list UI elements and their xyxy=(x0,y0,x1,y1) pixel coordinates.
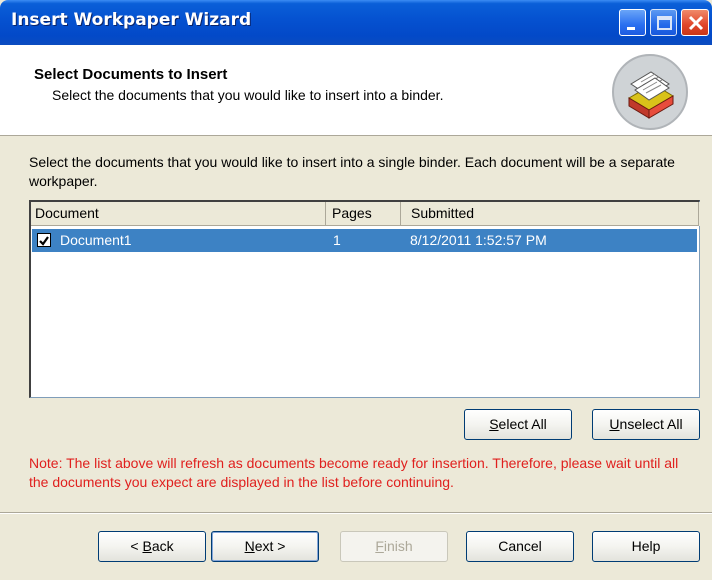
header-title: Select Documents to Insert xyxy=(34,66,228,83)
column-header-pages[interactable]: Pages xyxy=(326,202,401,226)
document-checkbox[interactable] xyxy=(37,233,51,247)
window-title: Insert Workpaper Wizard xyxy=(11,10,252,30)
wizard-header: Select Documents to Insert Select the do… xyxy=(0,45,712,136)
document-name: Document1 xyxy=(60,232,132,248)
button-separator xyxy=(0,512,712,514)
list-header: Document Pages Submitted xyxy=(31,202,700,226)
next-button[interactable]: Next > xyxy=(211,531,319,562)
minimize-icon xyxy=(627,27,635,30)
column-header-submitted[interactable]: Submitted xyxy=(401,202,699,226)
refresh-note: Note: The list above will refresh as doc… xyxy=(29,455,679,490)
close-icon xyxy=(688,15,704,31)
title-bar[interactable]: Insert Workpaper Wizard xyxy=(0,0,712,45)
documents-list[interactable]: Document Pages Submitted Document1 1 8/1… xyxy=(29,200,700,398)
finish-button[interactable]: Finish xyxy=(340,531,448,562)
maximize-button[interactable] xyxy=(650,9,677,36)
select-all-button[interactable]: Select All xyxy=(464,409,572,440)
checkmark-icon xyxy=(39,236,49,246)
close-button[interactable] xyxy=(681,9,709,36)
maximize-icon xyxy=(657,16,672,30)
list-item[interactable]: Document1 1 8/12/2011 1:52:57 PM xyxy=(32,229,697,252)
documents-binder-icon xyxy=(612,54,688,130)
help-button[interactable]: Help xyxy=(592,531,700,562)
back-button[interactable]: < Back xyxy=(98,531,206,562)
cancel-button[interactable]: Cancel xyxy=(466,531,574,562)
document-submitted: 8/12/2011 1:52:57 PM xyxy=(410,232,547,248)
document-pages: 1 xyxy=(333,232,341,248)
header-subtitle: Select the documents that you would like… xyxy=(52,87,444,103)
minimize-button[interactable] xyxy=(619,9,646,36)
column-header-document[interactable]: Document xyxy=(31,202,326,226)
unselect-all-button[interactable]: Unselect All xyxy=(592,409,700,440)
instructions-text: Select the documents that you would like… xyxy=(29,154,675,189)
